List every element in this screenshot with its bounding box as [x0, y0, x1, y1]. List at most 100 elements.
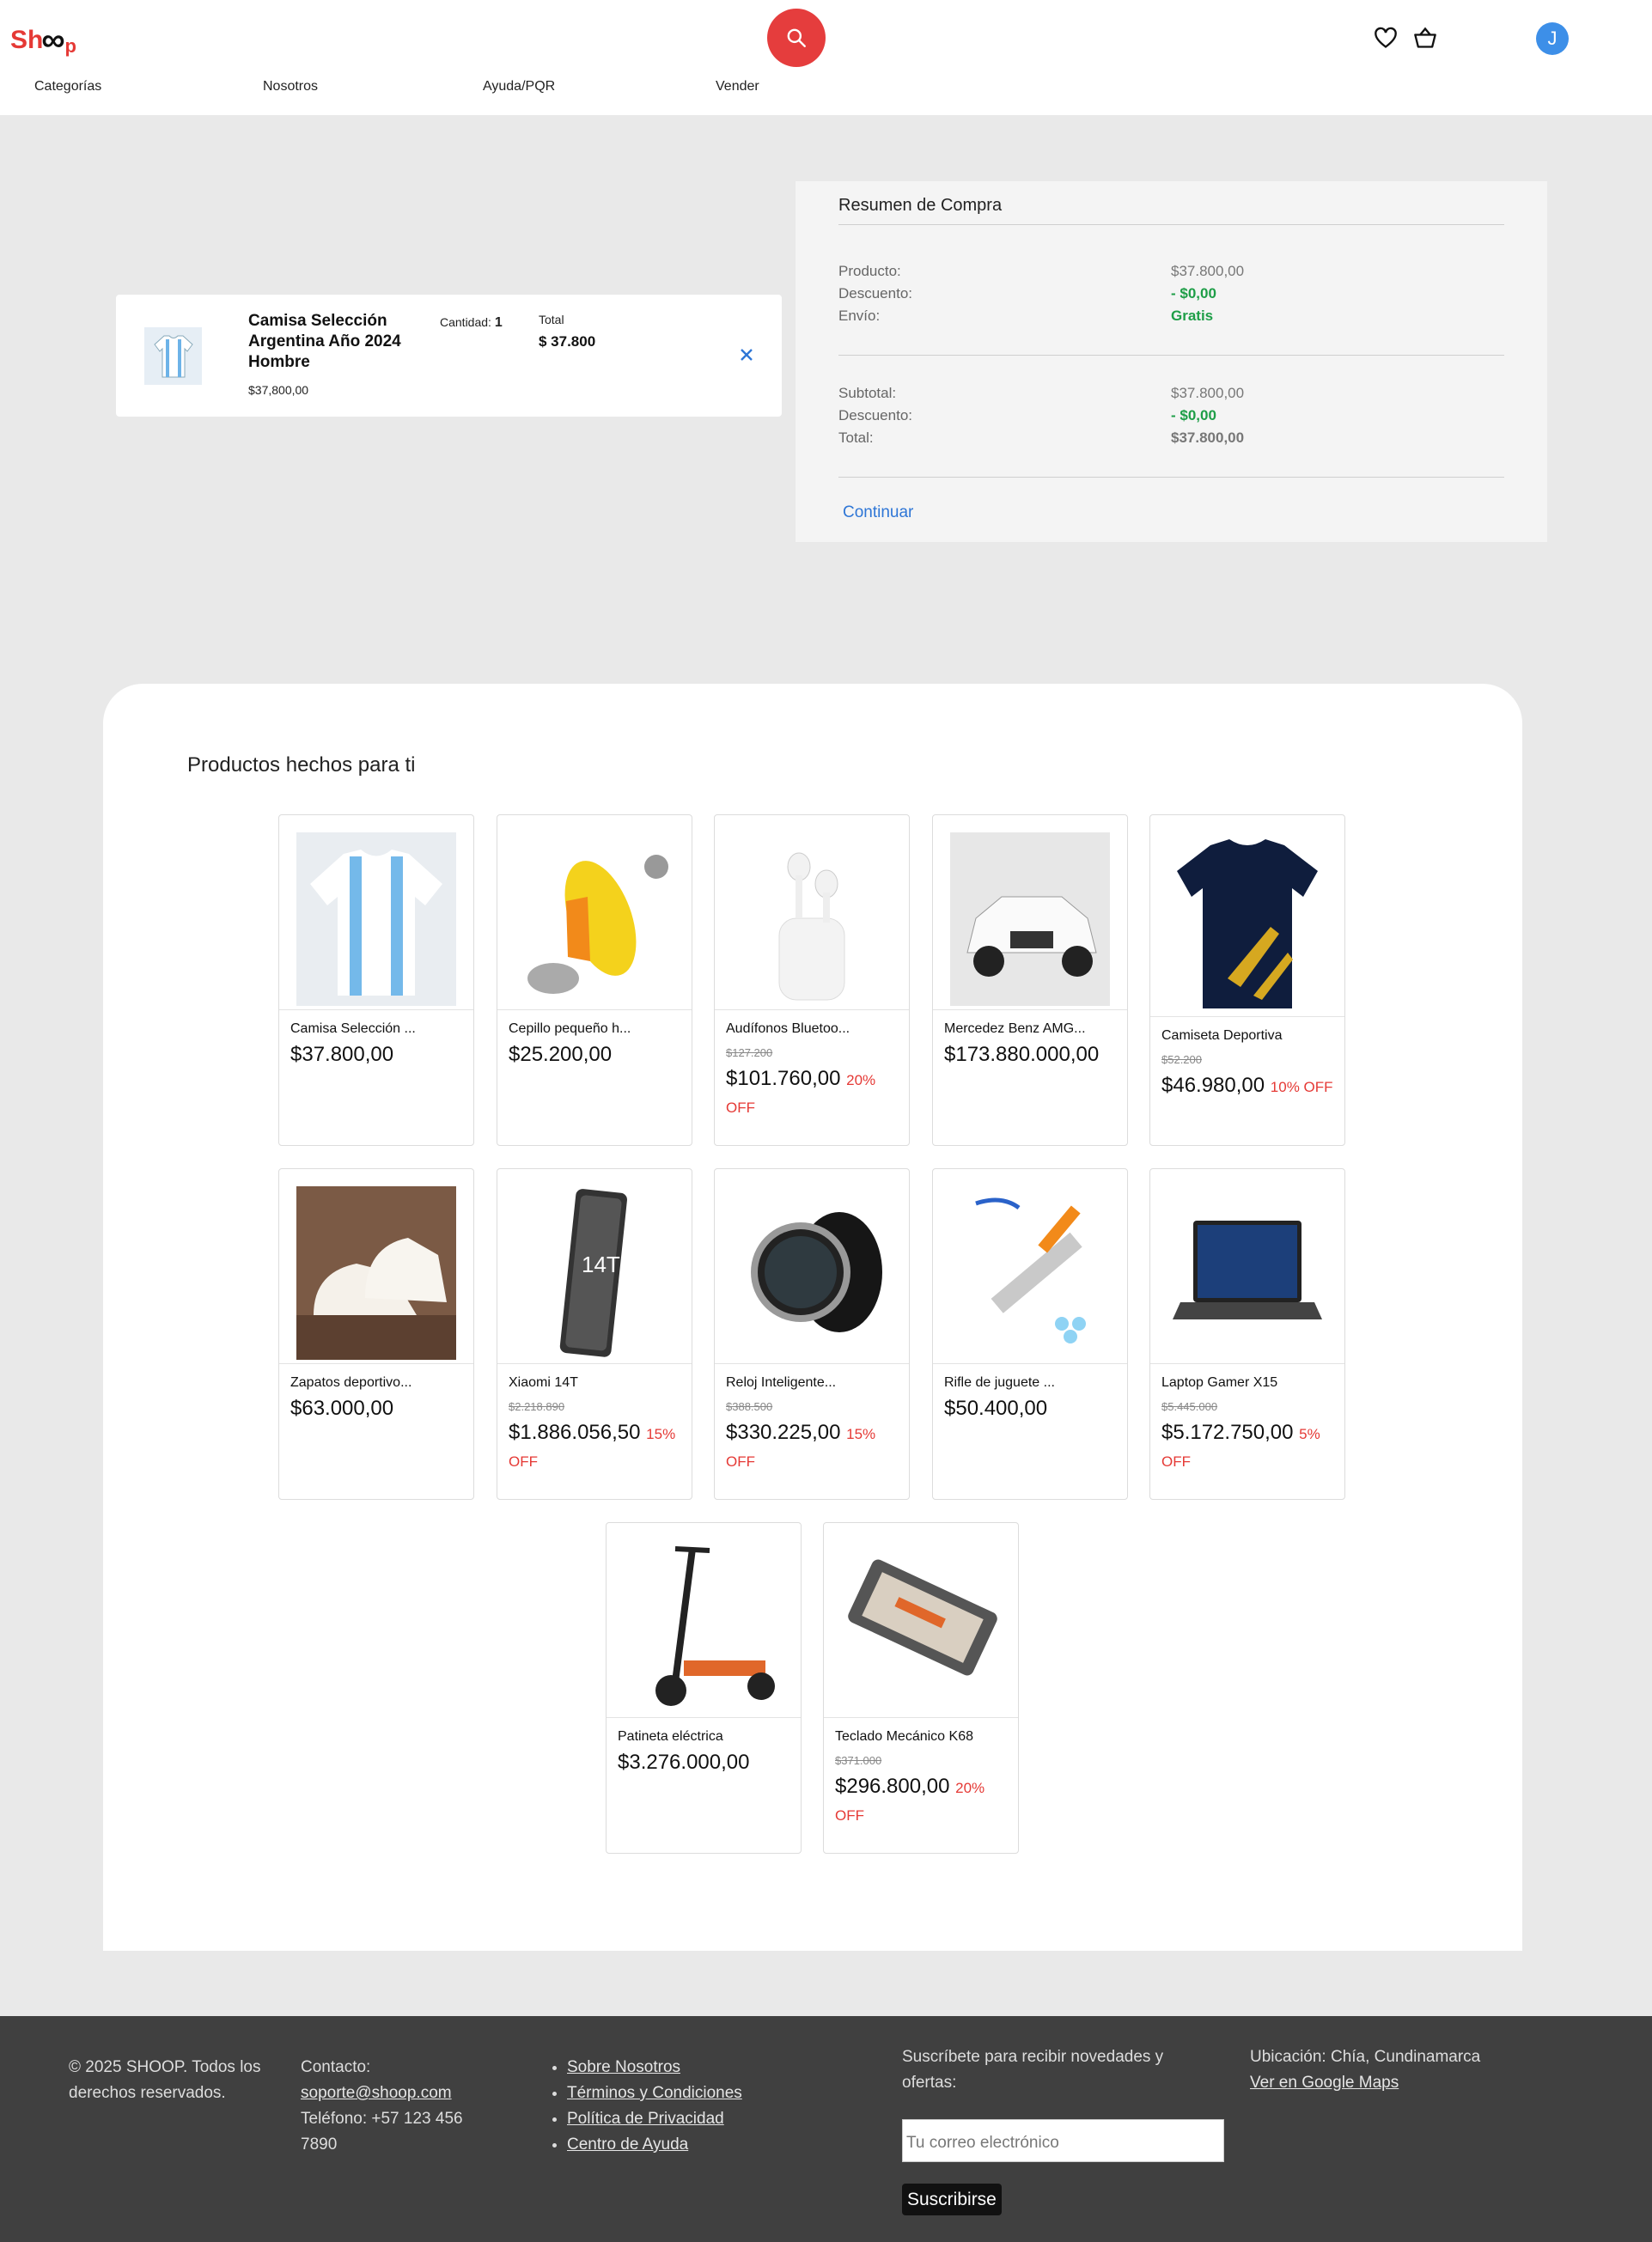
subscribe-button[interactable]: Suscribirse [902, 2184, 1002, 2215]
divider [824, 1717, 1018, 1718]
product-name: Laptop Gamer X15 [1161, 1375, 1278, 1390]
product-price-block: $5.172.750,00 5% OFF [1161, 1420, 1342, 1475]
product-old-price: $371.000 [835, 1754, 882, 1767]
remove-item-button[interactable] [736, 344, 757, 365]
producto-value: $37.800,00 [1171, 263, 1245, 279]
total-value: $37.800,00 [1171, 430, 1245, 446]
cart-item-price: $37,800,00 [248, 383, 309, 397]
producto-label: Producto: [838, 263, 901, 279]
product-name: Patineta eléctrica [618, 1729, 723, 1744]
product-price: $330.225,00 [726, 1421, 841, 1444]
product-price: $25.200,00 [509, 1043, 613, 1066]
footer-link-item: Sobre Nosotros [567, 2055, 749, 2081]
nav-nosotros[interactable]: Nosotros [263, 79, 318, 94]
product-old-price: $52.200 [1161, 1053, 1202, 1066]
product-card[interactable]: Zapatos deportivo... $63.000,00 [278, 1168, 474, 1500]
quantity-label: Cantidad: [440, 315, 491, 329]
recommendations-panel: Productos hechos para ti Camisa Selecció… [103, 684, 1522, 1951]
tshirt-image [1167, 832, 1327, 1013]
favorites-button[interactable] [1372, 24, 1399, 52]
divider [838, 355, 1504, 356]
product-card[interactable]: Audífonos Bluetoo... $127.200 $101.760,0… [714, 814, 910, 1146]
product-price: $1.886.056,50 [509, 1421, 641, 1444]
product-card[interactable]: Teclado Mecánico K68 $371.000 $296.800,0… [823, 1522, 1019, 1854]
product-card[interactable]: Reloj Inteligente... $388.500 $330.225,0… [714, 1168, 910, 1500]
divider [279, 1363, 473, 1364]
product-price: $63.000,00 [290, 1397, 394, 1420]
smartwatch-image [732, 1186, 892, 1360]
product-card[interactable]: Camiseta Deportiva $52.200 $46.980,00 10… [1149, 814, 1345, 1146]
product-card[interactable]: Laptop Gamer X15 $5.445.000 $5.172.750,0… [1149, 1168, 1345, 1500]
user-avatar[interactable]: J [1536, 22, 1569, 55]
cart-quantity: Cantidad: 1 [440, 315, 503, 331]
divider [715, 1009, 909, 1010]
footer-links: Sobre Nosotros Términos y Condiciones Po… [552, 2055, 749, 2158]
product-name: Audífonos Bluetoo... [726, 1021, 850, 1036]
envio-value: Gratis [1171, 308, 1214, 324]
product-card[interactable]: Camisa Selección ... $37.800,00 [278, 814, 474, 1146]
product-card[interactable]: Cepillo pequeño h... $25.200,00 [497, 814, 692, 1146]
jersey-icon [153, 335, 193, 377]
divider [607, 1717, 801, 1718]
cart-item-name[interactable]: Camisa Selección Argentina Año 2024 Homb… [248, 311, 420, 373]
link-privacidad[interactable]: Política de Privacidad [567, 2110, 724, 2128]
product-name: Camisa Selección ... [290, 1021, 416, 1036]
divider [838, 224, 1504, 225]
email-input[interactable]: Tu correo electrónico [902, 2119, 1224, 2162]
descuento2-label: Descuento: [838, 407, 912, 423]
product-price-block: $1.886.056,50 15% OFF [509, 1420, 689, 1475]
footer-link-item: Política de Privacidad [567, 2106, 749, 2132]
toy-rifle-image [950, 1186, 1110, 1360]
link-terminos[interactable]: Términos y Condiciones [567, 2084, 742, 2102]
product-card[interactable]: 14T Xiaomi 14T $2.218.890 $1.886.056,50 … [497, 1168, 692, 1500]
product-card[interactable]: Rifle de juguete ... $50.400,00 [932, 1168, 1128, 1500]
link-sobre-nosotros[interactable]: Sobre Nosotros [567, 2058, 680, 2076]
footer-link-item: Centro de Ayuda [567, 2132, 749, 2158]
divider [933, 1009, 1127, 1010]
google-maps-link[interactable]: Ver en Google Maps [1250, 2074, 1399, 2092]
footer-location: Ubicación: Chía, Cundinamarca Ver en Goo… [1250, 2044, 1533, 2096]
continue-button[interactable]: Continuar [843, 503, 913, 522]
footer: © 2025 SHOOP. Todos los derechos reserva… [0, 2016, 1652, 2242]
keyboard-image [841, 1540, 1001, 1714]
product-price: $296.800,00 [835, 1775, 950, 1798]
product-card[interactable]: Mercedez Benz AMG... $173.880.000,00 [932, 814, 1128, 1146]
footer-link-item: Términos y Condiciones [567, 2081, 749, 2106]
footer-contact: Contacto: soporte@shoop.com Teléfono: +5… [301, 2055, 498, 2158]
cart-button[interactable] [1411, 24, 1439, 52]
link-centro-ayuda[interactable]: Centro de Ayuda [567, 2135, 688, 2154]
earbuds-image [732, 832, 892, 1006]
product-price-block: $46.980,00 10% OFF [1161, 1073, 1342, 1100]
product-old-price: $127.200 [726, 1046, 773, 1059]
quantity-value: 1 [494, 315, 503, 330]
car-image [950, 832, 1110, 1006]
descuento-value: - $0,00 [1171, 285, 1216, 302]
product-price-block: $101.760,00 20% OFF [726, 1066, 906, 1121]
cart-total-value: $ 37.800 [539, 333, 596, 350]
envio-label: Envío: [838, 308, 881, 324]
shoop-logo[interactable]: Sh ∞ p [10, 19, 76, 62]
product-price: $50.400,00 [944, 1397, 1048, 1420]
scooter-image [624, 1540, 783, 1714]
phone-image: 14T [515, 1186, 674, 1360]
product-price-block: $296.800,00 20% OFF [835, 1774, 1015, 1829]
product-name: Rifle de juguete ... [944, 1375, 1055, 1390]
contact-phone: Teléfono: +57 123 456 7890 [301, 2110, 463, 2154]
nav-ayuda[interactable]: Ayuda/PQR [483, 79, 555, 94]
product-name: Xiaomi 14T [509, 1375, 578, 1390]
subtotal-label: Subtotal: [838, 385, 897, 401]
divider [838, 477, 1504, 478]
product-card[interactable]: Patineta eléctrica $3.276.000,00 [606, 1522, 802, 1854]
sneakers-image [296, 1186, 456, 1360]
product-price: $173.880.000,00 [944, 1043, 1100, 1066]
location-text: Ubicación: Chía, Cundinamarca [1250, 2048, 1481, 2066]
subtotal-value: $37.800,00 [1171, 385, 1245, 401]
contact-email-link[interactable]: soporte@shoop.com [301, 2084, 452, 2102]
nav-vender[interactable]: Vender [716, 79, 759, 94]
nav-categorias[interactable]: Categorías [34, 79, 101, 94]
product-name: Mercedez Benz AMG... [944, 1021, 1086, 1036]
search-button[interactable] [767, 9, 826, 67]
purchase-summary: Resumen de Compra Producto: $37.800,00 D… [796, 181, 1547, 542]
laptop-image [1167, 1186, 1327, 1360]
product-name: Zapatos deportivo... [290, 1375, 412, 1390]
